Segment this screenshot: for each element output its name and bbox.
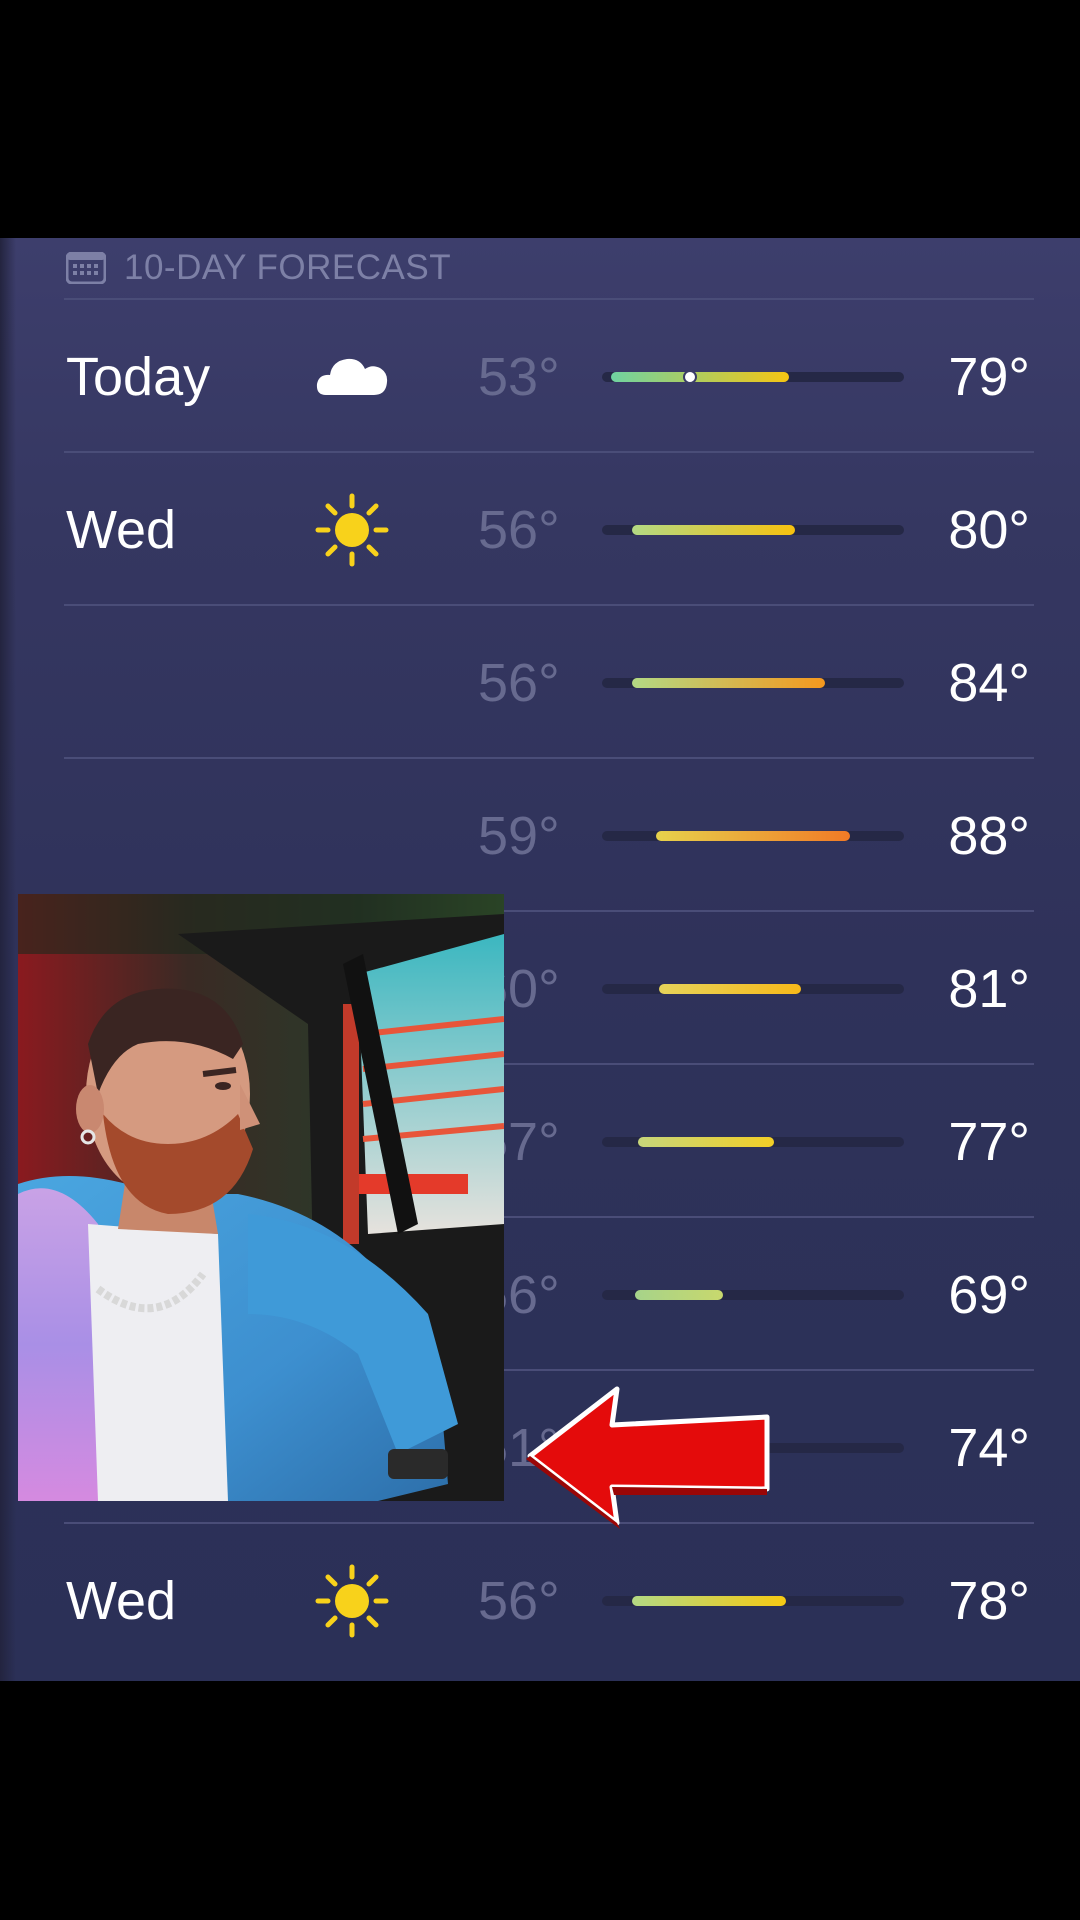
forecast-panel: 10-DAY FORECAST Today 53° 79° Wed 56° 80° 56° 8…	[0, 238, 1080, 1681]
temp-range-bar	[602, 524, 904, 535]
low-temp: 59°	[478, 805, 560, 866]
calendar-icon	[66, 252, 106, 284]
temp-range-bar	[602, 369, 904, 384]
temp-range-fill	[656, 830, 850, 841]
temp-range-bar	[602, 1289, 904, 1300]
forecast-row[interactable]: Wed 56° 78°	[0, 1524, 1080, 1677]
temp-range-bar	[602, 983, 904, 994]
temp-range-fill	[632, 677, 826, 688]
forecast-row[interactable]: Today 53° 79°	[0, 300, 1080, 453]
current-temp-marker	[682, 369, 697, 384]
high-temp: 81°	[948, 958, 1030, 1019]
day-label: Wed	[66, 1570, 177, 1631]
temp-range-fill	[632, 1595, 787, 1606]
day-label: Today	[66, 346, 211, 407]
forecast-row[interactable]: 56° 84°	[0, 606, 1080, 759]
high-temp: 84°	[948, 652, 1030, 713]
low-temp: 56°	[478, 1570, 560, 1631]
sun-icon	[312, 490, 392, 570]
sun-icon	[312, 1561, 392, 1641]
temp-range-fill	[632, 524, 796, 535]
temp-range-bar	[602, 1136, 904, 1147]
high-temp: 79°	[948, 346, 1030, 407]
high-temp: 74°	[948, 1417, 1030, 1478]
temp-range-bar	[602, 1595, 904, 1606]
reaction-photo	[18, 894, 504, 1501]
low-temp: 56°	[478, 652, 560, 713]
temp-range-fill	[611, 371, 790, 382]
temp-range-bar	[602, 830, 904, 841]
high-temp: 88°	[948, 805, 1030, 866]
temp-range-fill	[659, 983, 802, 994]
forecast-row[interactable]: Wed 56° 80°	[0, 453, 1080, 606]
high-temp: 78°	[948, 1570, 1030, 1631]
low-temp: 53°	[478, 346, 560, 407]
forecast-row[interactable]: 59° 88°	[0, 759, 1080, 912]
high-temp: 80°	[948, 499, 1030, 560]
low-temp: 56°	[478, 499, 560, 560]
high-temp: 77°	[948, 1111, 1030, 1172]
temp-range-fill	[635, 1289, 723, 1300]
high-temp: 69°	[948, 1264, 1030, 1325]
forecast-header: 10-DAY FORECAST	[66, 238, 451, 298]
temp-range-bar	[602, 677, 904, 688]
forecast-title: 10-DAY FORECAST	[124, 248, 452, 287]
screen: 10-DAY FORECAST Today 53° 79° Wed 56° 80° 56° 8…	[0, 0, 1080, 1920]
red-arrow-icon	[526, 1386, 770, 1529]
reaction-photo-image	[18, 894, 504, 1501]
cloud-icon	[312, 337, 392, 417]
temp-range-fill	[638, 1136, 775, 1147]
day-label: Wed	[66, 499, 177, 560]
